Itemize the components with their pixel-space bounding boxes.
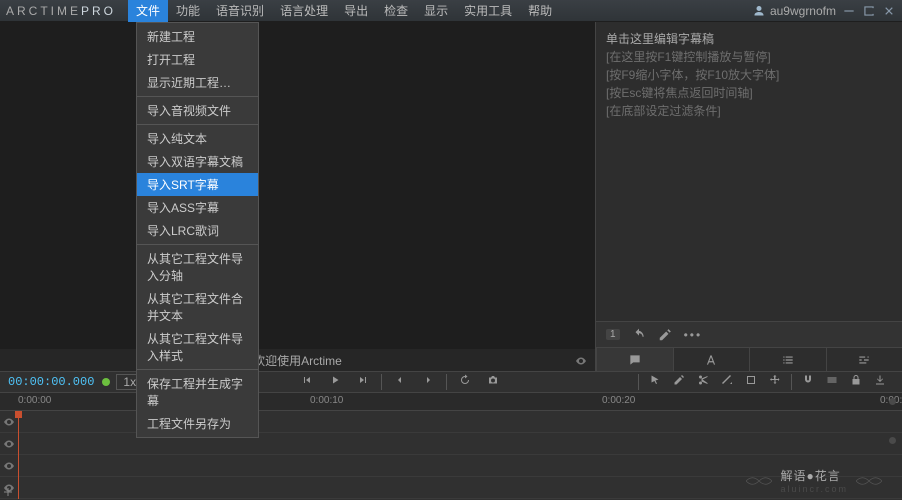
separator [137,124,258,125]
next-button[interactable] [349,374,377,390]
slice-tool[interactable] [715,374,739,390]
menu-item[interactable]: 从其它工程文件合并文本 [137,287,258,327]
step-back-button[interactable] [386,374,414,390]
tab-chat[interactable] [596,348,673,371]
edit-icon[interactable] [658,328,672,342]
separator [137,244,258,245]
menu-item[interactable]: 导入纯文本 [137,127,258,150]
close-icon[interactable] [882,4,896,18]
hint-line: [按F9缩小字体，按F10放大字体] [606,66,892,84]
camera-button[interactable] [479,374,507,390]
tab-list[interactable] [749,348,826,371]
hint-line: [在这里按F1键控制播放与暂停] [606,48,892,66]
menu-item[interactable]: 从其它工程文件导入分轴 [137,247,258,287]
file-menu-dropdown[interactable]: 新建工程打开工程显示近期工程… 导入音视频文件导入纯文本导入双语字幕文稿导入SRT… [136,22,259,438]
user-icon [753,5,765,17]
menu-item[interactable]: 打开工程 [137,48,258,71]
subtitle-editor-hint[interactable]: 单击这里编辑字幕稿 [在这里按F1键控制播放与暂停] [按F9缩小字体，按F10… [596,22,902,321]
decor-icon [856,474,882,488]
menu-item[interactable]: 导入双语字幕文稿 [137,150,258,173]
count-badge: 1 [606,329,620,340]
pointer-tool[interactable] [643,374,667,390]
drag-tool[interactable] [763,374,787,390]
menu-item[interactable]: 保存工程并生成字幕 [137,372,258,412]
menu-item[interactable]: 显示近期工程… [137,71,258,94]
lock-tool[interactable] [844,374,868,390]
eye-icon[interactable] [3,460,15,472]
separator [137,96,258,97]
eye-icon[interactable] [3,438,15,450]
status-dot [102,378,110,386]
scroll-dot[interactable] [889,398,896,405]
menu-5[interactable]: 检查 [376,0,416,22]
user-name: au9wgrnofm [770,4,836,18]
app-logo: ARCTIMEPRO [6,3,116,18]
menu-8[interactable]: 帮助 [520,0,560,22]
menu-1[interactable]: 功能 [168,0,208,22]
prev-button[interactable] [293,374,321,390]
watermark: 解语●花言 aluincr.com [746,467,882,494]
decor-icon [746,474,772,488]
menu-7[interactable]: 实用工具 [456,0,520,22]
separator [137,369,258,370]
minimize-icon[interactable] [842,4,856,18]
menu-3[interactable]: 语言处理 [272,0,336,22]
menu-0[interactable]: 文件 [128,0,168,22]
edit-tool[interactable] [667,374,691,390]
hint-line: [按Esc键将焦点返回时间轴] [606,84,892,102]
menu-item[interactable]: 导入LRC歌词 [137,219,258,242]
cut-tool[interactable] [691,374,715,390]
menu-item[interactable]: 新建工程 [137,25,258,48]
maximize-icon[interactable] [862,4,876,18]
menu-2[interactable]: 语音识别 [208,0,272,22]
menu-item[interactable]: 导入音视频文件 [137,99,258,122]
play-button[interactable] [321,374,349,390]
hint-line: 单击这里编辑字幕稿 [606,30,892,48]
add-track-icon[interactable] [2,486,14,498]
scroll-dot[interactable] [889,437,896,444]
reload-button[interactable] [451,374,479,390]
undo-icon[interactable] [632,328,646,342]
tab-font[interactable] [673,348,750,371]
step-fwd-button[interactable] [414,374,442,390]
eye-icon[interactable] [3,416,15,428]
menu-item[interactable]: 从其它工程文件导入样式 [137,327,258,367]
ruler-label: 0:00:10 [310,395,343,406]
ruler-label: 0:00:20 [602,395,635,406]
menu-4[interactable]: 导出 [336,0,376,22]
hint-line: [在底部设定过滤条件] [606,102,892,120]
ruler-label: 0:00:00 [18,395,51,406]
list-icon [781,353,795,367]
menu-item[interactable]: 工程文件另存为 [137,412,258,435]
menu-item[interactable]: 导入SRT字幕 [137,173,258,196]
box-tool[interactable] [739,374,763,390]
timecode: 00:00:00.000 [0,375,102,389]
eye-icon[interactable] [575,355,587,367]
user-account[interactable]: au9wgrnofm [753,4,836,18]
more-icon[interactable]: ••• [684,328,703,342]
menu-6[interactable]: 显示 [416,0,456,22]
menu-item[interactable]: 导入ASS字幕 [137,196,258,219]
sliders-icon [857,353,871,367]
welcome-label: 欢迎使用Arctime [0,349,595,371]
preview-area: 欢迎使用Arctime [0,22,596,371]
speech-icon [628,353,642,367]
download-tool[interactable] [868,374,892,390]
tab-settings[interactable] [826,348,902,371]
playhead[interactable] [18,411,19,499]
font-icon [704,353,718,367]
track-tool[interactable] [820,374,844,390]
magnet-tool[interactable] [796,374,820,390]
